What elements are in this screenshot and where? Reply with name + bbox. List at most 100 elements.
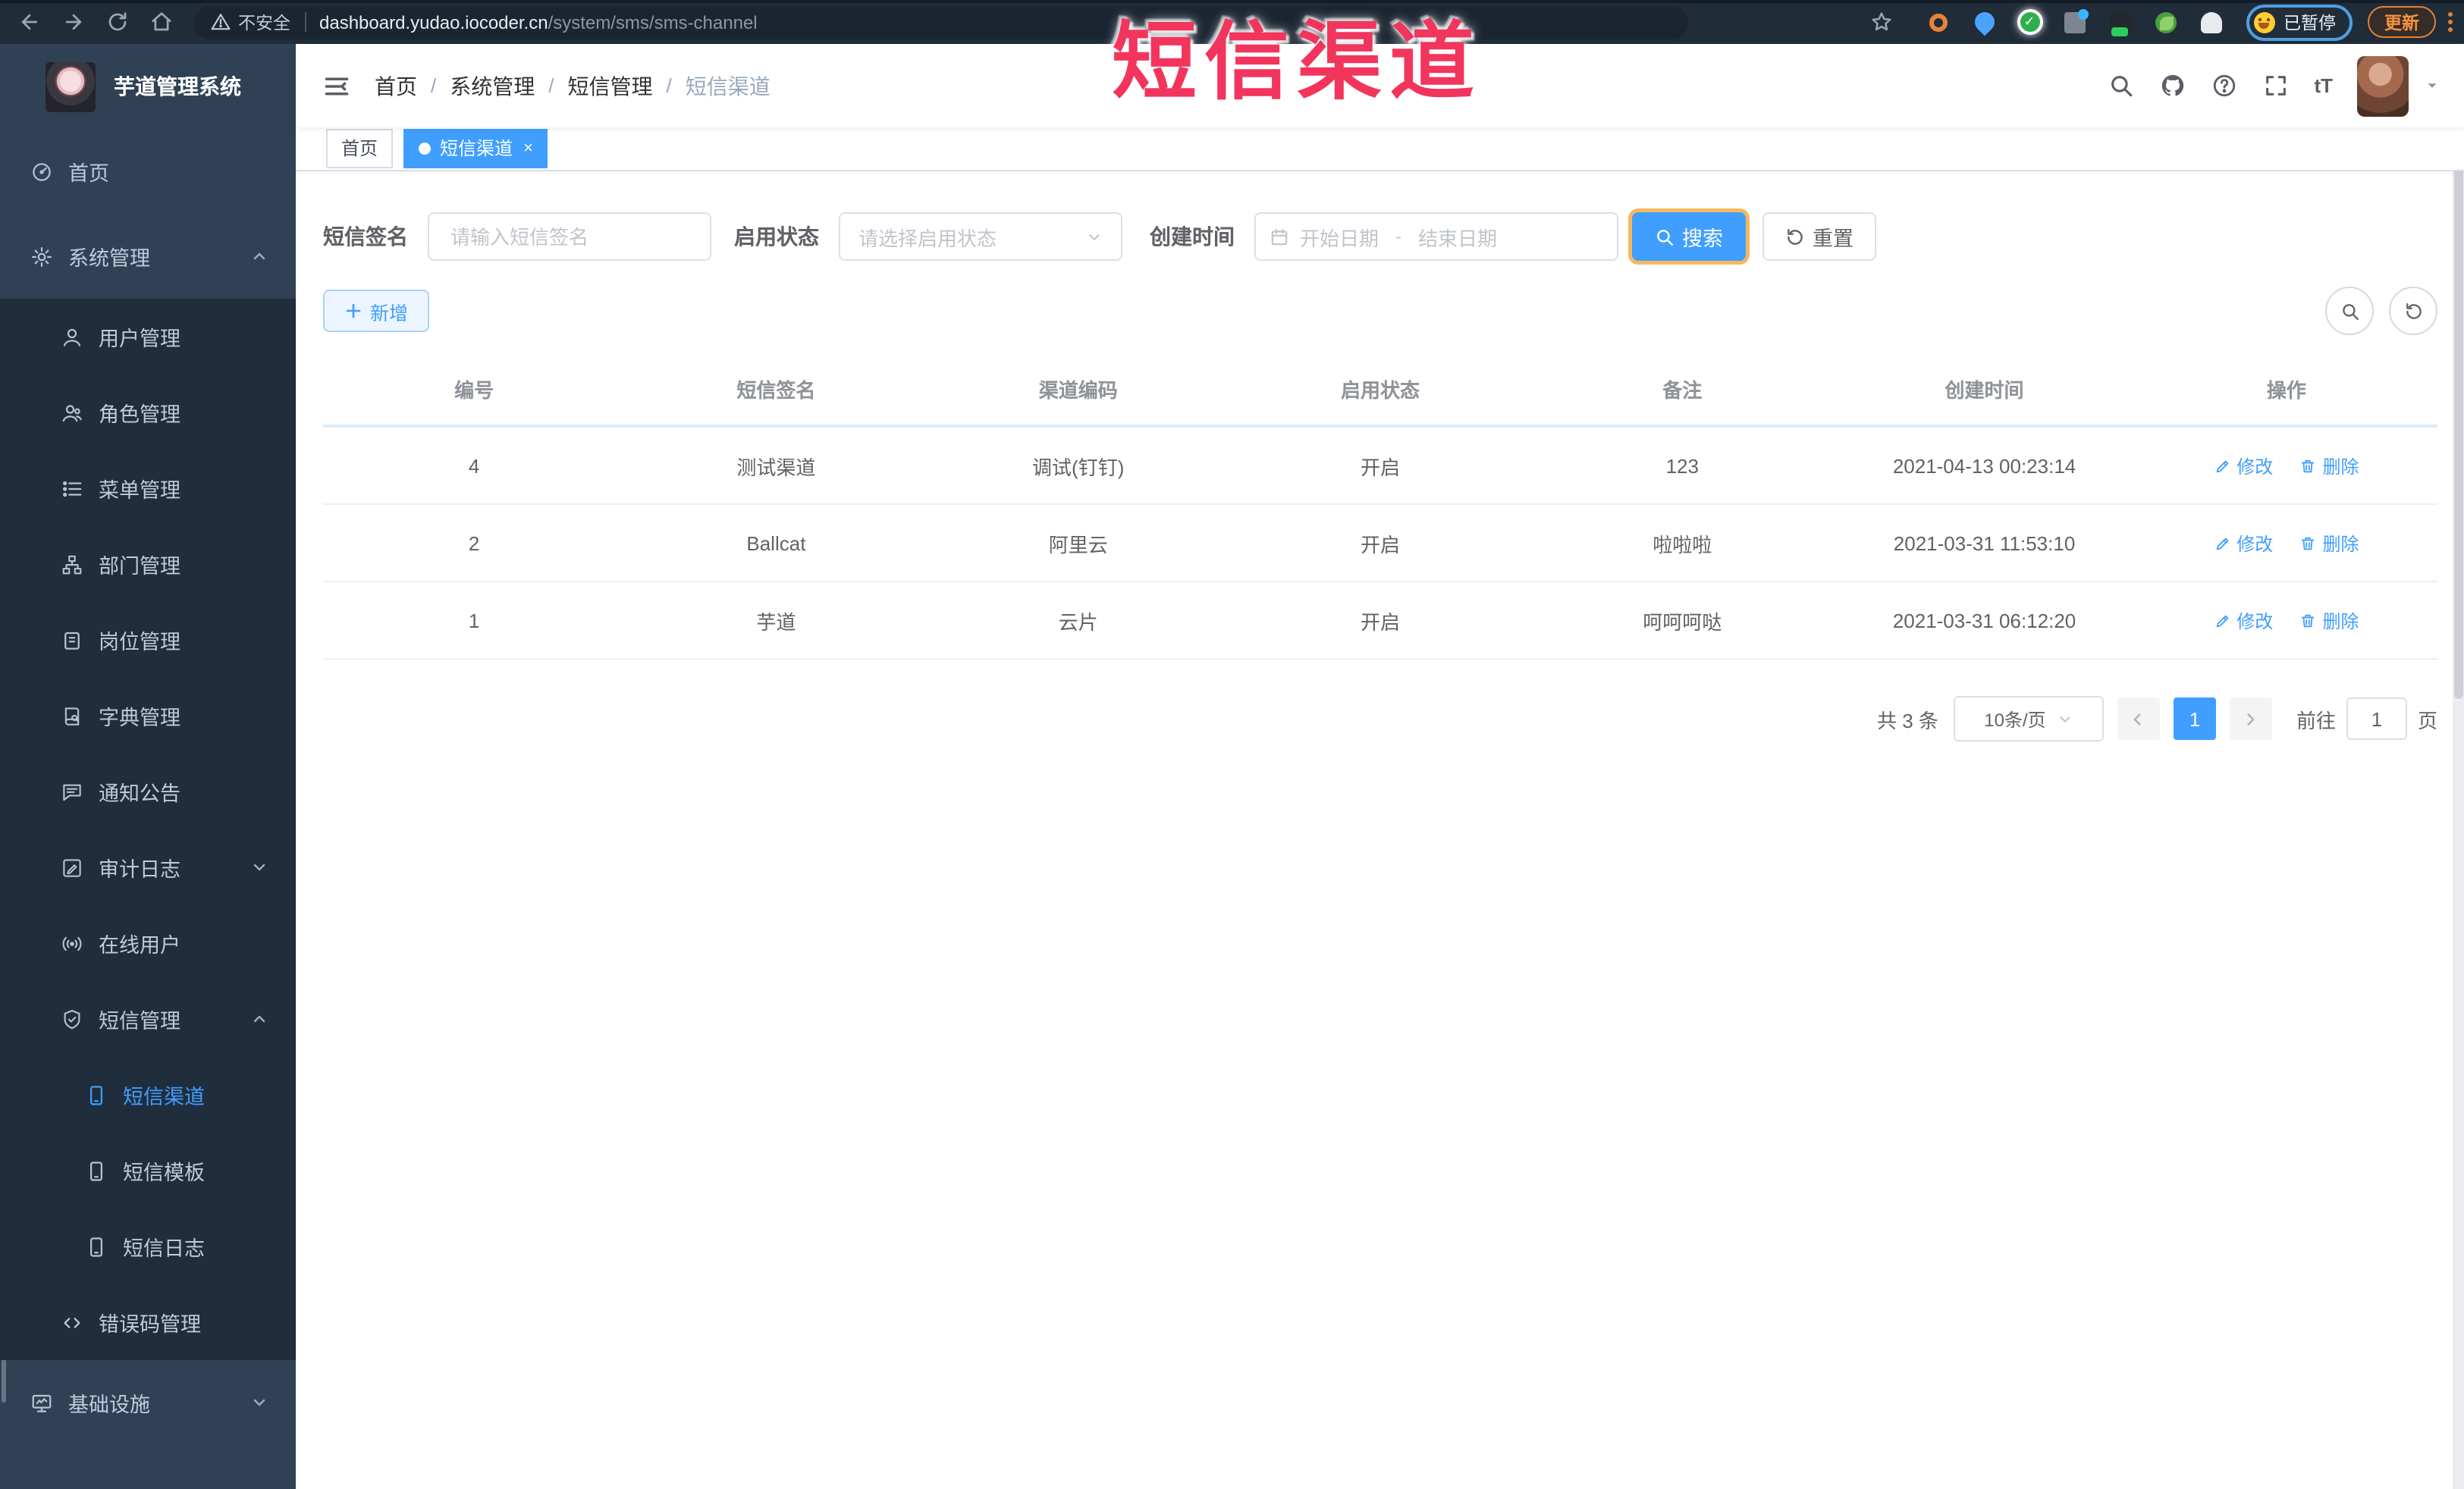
browser-reload-button[interactable] xyxy=(100,5,133,39)
reset-button[interactable]: 重置 xyxy=(1762,212,1876,261)
extension-grid-icon[interactable] xyxy=(2062,8,2089,35)
gear-icon xyxy=(30,245,53,268)
role-icon xyxy=(61,401,83,424)
sidebar-item-sms-mgmt[interactable]: 短信管理 xyxy=(0,981,296,1057)
col-id: 编号 xyxy=(323,353,626,428)
phone-icon xyxy=(85,1083,108,1106)
edit-link[interactable]: 修改 xyxy=(2214,530,2273,556)
sidebar-item-system-mgmt[interactable]: 系统管理 xyxy=(0,214,296,299)
extension-ghost-icon[interactable] xyxy=(2199,9,2224,35)
calendar-icon xyxy=(1270,227,1289,246)
edit-icon xyxy=(2214,534,2230,551)
delete-link[interactable]: 删除 xyxy=(2299,453,2359,478)
url-path: /system/sms/sms-channel xyxy=(548,11,758,33)
next-page-button[interactable] xyxy=(2229,697,2272,740)
status-select[interactable]: 请选择启用状态 xyxy=(839,212,1122,261)
app-logo-row[interactable]: 芋道管理系统 xyxy=(0,44,296,129)
edit-link[interactable]: 修改 xyxy=(2214,607,2273,633)
sidebar-item-menu-mgmt[interactable]: 菜单管理 xyxy=(0,450,296,526)
font-size-icon[interactable]: tT xyxy=(2314,74,2333,97)
sign-input[interactable] xyxy=(428,212,711,261)
sidebar-item-infrastructure[interactable]: 基础设施 xyxy=(0,1360,296,1445)
sign-input-field[interactable] xyxy=(447,224,692,249)
bookmark-star-icon[interactable] xyxy=(1869,8,1892,36)
table-header-row: 编号 短信签名 渠道编码 启用状态 备注 创建时间 操作 xyxy=(323,353,2437,428)
page-scrollbar[interactable] xyxy=(2453,44,2464,1489)
search-icon xyxy=(2340,301,2359,321)
status-label: 启用状态 xyxy=(734,224,819,249)
page-unit-label: 页 xyxy=(2417,709,2437,732)
delete-link[interactable]: 删除 xyxy=(2299,607,2359,633)
breadcrumb-sms[interactable]: 短信管理 xyxy=(568,71,653,101)
sidebar-item-notice[interactable]: 通知公告 xyxy=(0,754,296,829)
app-title: 芋道管理系统 xyxy=(114,74,241,99)
extension-on-badge-icon[interactable] xyxy=(2108,9,2133,36)
sidebar-item-post-mgmt[interactable]: 岗位管理 xyxy=(0,602,296,678)
help-icon[interactable] xyxy=(2211,73,2236,99)
fullscreen-icon[interactable] xyxy=(2262,73,2288,99)
chrome-update-button[interactable]: 更新 xyxy=(2368,6,2436,38)
avatar[interactable] xyxy=(2357,55,2409,116)
sms-channel-table: 编号 短信签名 渠道编码 启用状态 备注 创建时间 操作 4 测试渠道 调试(钉… xyxy=(323,353,2437,660)
browser-right-controls: ✓ 已暂停 更新 xyxy=(1869,4,2453,40)
extension-leaf-icon[interactable] xyxy=(2153,9,2179,35)
sidebar-item-user-mgmt[interactable]: 用户管理 xyxy=(0,299,296,375)
sidebar-item-audit-log[interactable]: 审计日志 xyxy=(0,829,296,905)
phone-icon xyxy=(85,1159,108,1182)
extension-pin-icon[interactable] xyxy=(1970,8,1998,36)
edit-link[interactable]: 修改 xyxy=(2214,453,2273,478)
extension-orange-icon[interactable] xyxy=(1926,9,1951,35)
sidebar-item-error-code[interactable]: 错误码管理 xyxy=(0,1284,296,1360)
sidebar-item-dept-mgmt[interactable]: 部门管理 xyxy=(0,526,296,602)
date-range-picker[interactable]: 开始日期 - 结束日期 xyxy=(1254,212,1618,261)
search-icon[interactable] xyxy=(2108,73,2133,99)
add-button[interactable]: 新增 xyxy=(323,290,430,332)
sidebar-item-online-users[interactable]: 在线用户 xyxy=(0,905,296,981)
refresh-icon xyxy=(2403,301,2423,321)
tags-view-bar: 首页 短信渠道 × xyxy=(296,127,2464,171)
breadcrumb-system[interactable]: 系统管理 xyxy=(450,71,535,101)
sms-shield-icon xyxy=(61,1008,83,1030)
annotation-overlay-title: 短信渠道 xyxy=(1112,14,1482,109)
browser-forward-button[interactable] xyxy=(56,5,89,39)
active-tab-dot xyxy=(419,143,432,155)
extension-paused-badge[interactable]: 已暂停 xyxy=(2246,4,2353,40)
toggle-search-button[interactable] xyxy=(2325,287,2374,335)
header-actions: tT xyxy=(2082,55,2440,116)
page-size-select[interactable]: 10条/页 xyxy=(1953,696,2104,741)
page-number-1[interactable]: 1 xyxy=(2173,697,2216,740)
table-row: 2 Ballcat 阿里云 开启 啦啦啦 2021-03-31 11:53:10… xyxy=(323,504,2437,582)
code-icon xyxy=(61,1311,83,1334)
refresh-table-button[interactable] xyxy=(2389,287,2437,335)
pagination: 共 3 条 10条/页 1 前往 页 xyxy=(323,696,2437,741)
caret-down-icon[interactable] xyxy=(2424,77,2440,94)
breadcrumb-current: 短信渠道 xyxy=(685,74,771,98)
omnibox-divider xyxy=(304,12,306,32)
not-secure-indicator[interactable]: 不安全 xyxy=(211,10,290,34)
chrome-menu-icon[interactable] xyxy=(2448,12,2453,32)
edit-icon xyxy=(2214,612,2230,629)
goto-page-input[interactable] xyxy=(2346,697,2407,740)
extension-green-check-icon[interactable]: ✓ xyxy=(2017,9,2042,35)
sidebar-item-role-mgmt[interactable]: 角色管理 xyxy=(0,375,296,450)
sidebar-item-dict-mgmt[interactable]: 字典管理 xyxy=(0,678,296,754)
breadcrumb-home[interactable]: 首页 xyxy=(375,71,417,101)
github-icon[interactable] xyxy=(2159,73,2185,99)
hamburger-icon[interactable] xyxy=(323,72,350,99)
close-icon[interactable]: × xyxy=(523,139,533,157)
phone-icon xyxy=(85,1235,108,1258)
sidebar-item-sms-channel[interactable]: 短信渠道 xyxy=(0,1057,296,1133)
browser-back-button[interactable] xyxy=(12,5,46,39)
delete-link[interactable]: 删除 xyxy=(2299,530,2359,556)
sidebar-item-sms-template[interactable]: 短信模板 xyxy=(0,1133,296,1208)
tab-home[interactable]: 首页 xyxy=(326,129,394,168)
breadcrumb-separator: / xyxy=(431,74,437,97)
tab-sms-channel[interactable]: 短信渠道 × xyxy=(403,129,548,168)
col-status: 启用状态 xyxy=(1229,353,1532,428)
search-button[interactable]: 搜索 xyxy=(1632,212,1746,261)
sidebar-item-sms-log[interactable]: 短信日志 xyxy=(0,1208,296,1284)
sidebar-item-home[interactable]: 首页 xyxy=(0,129,296,214)
browser-home-button[interactable] xyxy=(144,5,177,39)
chevron-left-icon xyxy=(2130,710,2147,727)
prev-page-button[interactable] xyxy=(2117,697,2160,740)
